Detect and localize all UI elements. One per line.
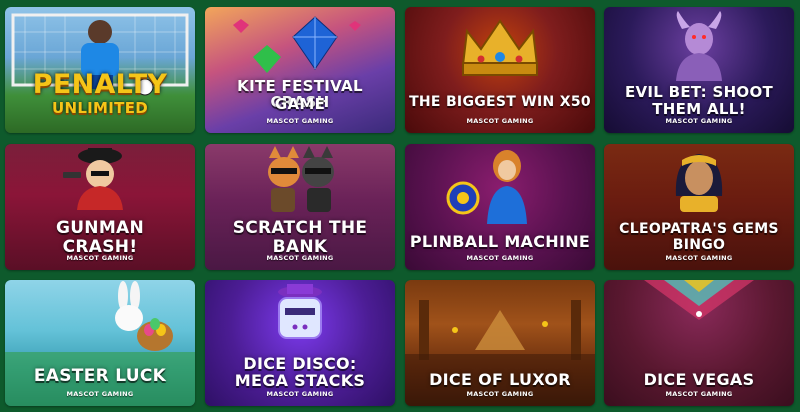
game-title: EASTER LUCK bbox=[33, 366, 167, 386]
game-grid: PENALTY UNLIMITED KITE FESTIVAL CRASH GA… bbox=[0, 0, 800, 412]
game-provider: MASCOT GAMING bbox=[266, 117, 334, 125]
game-card-easter-luck[interactable]: EASTER LUCK MASCOT GAMING bbox=[5, 280, 195, 406]
game-card-kite-festival[interactable]: KITE FESTIVAL CRASH GAME MASCOT GAMING bbox=[205, 7, 395, 133]
game-card-evil-bet[interactable]: EVIL BET: SHOOT THEM ALL! MASCOT GAMING bbox=[604, 7, 794, 133]
game-provider: MASCOT GAMING bbox=[466, 254, 534, 262]
game-title: PENALTY bbox=[32, 69, 168, 100]
game-subtitle: MEGA STACKS bbox=[234, 371, 366, 390]
game-card-gunman-crash[interactable]: GUNMAN CRASH! MASCOT GAMING bbox=[5, 144, 195, 270]
bunny-icon bbox=[5, 281, 195, 406]
game-title: CLEOPATRA'S GEMS bbox=[619, 221, 779, 237]
game-title: SCRATCH THE bbox=[232, 218, 368, 238]
game-card-cleopatras-gems[interactable]: CLEOPATRA'S GEMS BINGO MASCOT GAMING bbox=[604, 144, 794, 270]
kite-icon bbox=[233, 16, 361, 73]
game-subtitle: BINGO bbox=[672, 237, 726, 253]
game-provider: MASCOT GAMING bbox=[665, 117, 733, 125]
game-title: GUNMAN bbox=[55, 218, 145, 238]
game-subtitle: THEM ALL! bbox=[652, 100, 746, 118]
game-title: DICE VEGAS bbox=[643, 370, 755, 389]
game-provider: MASCOT GAMING bbox=[466, 117, 534, 125]
game-title: EVIL BET: SHOOT bbox=[624, 83, 774, 101]
game-provider: MASCOT GAMING bbox=[66, 254, 134, 262]
game-subtitle: GAME bbox=[274, 95, 326, 113]
game-card-scratch-the-bank[interactable]: SCRATCH THE BANK MASCOT GAMING bbox=[205, 144, 395, 270]
game-provider: MASCOT GAMING bbox=[665, 390, 733, 398]
game-card-plinball-machine[interactable]: PLINBALL MACHINE MASCOT GAMING bbox=[405, 144, 595, 270]
game-card-penalty-unlimited[interactable]: PENALTY UNLIMITED bbox=[5, 7, 195, 133]
game-title: PLINBALL MACHINE bbox=[409, 232, 591, 251]
game-provider: MASCOT GAMING bbox=[665, 254, 733, 262]
game-card-dice-vegas[interactable]: DICE VEGAS MASCOT GAMING bbox=[604, 280, 794, 406]
crown-icon bbox=[461, 19, 539, 76]
game-subtitle: UNLIMITED bbox=[51, 99, 148, 117]
game-provider: MASCOT GAMING bbox=[266, 254, 334, 262]
game-provider: MASCOT GAMING bbox=[66, 390, 134, 398]
game-provider: MASCOT GAMING bbox=[266, 390, 334, 398]
game-title: DICE OF LUXOR bbox=[429, 370, 571, 389]
plinko-ball-icon bbox=[446, 150, 527, 224]
game-card-dice-disco[interactable]: DICE DISCO: MEGA STACKS MASCOT GAMING bbox=[205, 280, 395, 406]
game-title: THE BIGGEST WIN X50 bbox=[409, 94, 591, 110]
game-card-dice-of-luxor[interactable]: DICE OF LUXOR MASCOT GAMING bbox=[405, 280, 595, 406]
game-provider: MASCOT GAMING bbox=[466, 390, 534, 398]
game-card-biggest-win[interactable]: THE BIGGEST WIN X50 MASCOT GAMING bbox=[405, 7, 595, 133]
